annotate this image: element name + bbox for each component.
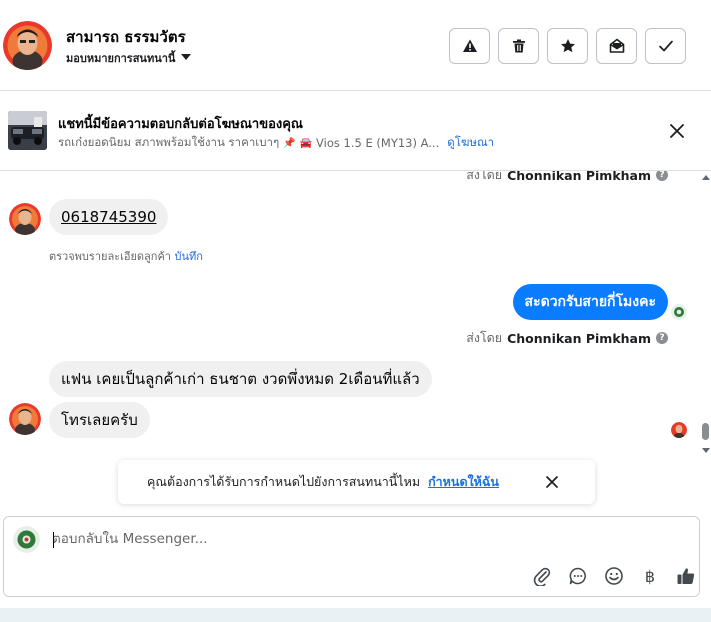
baht-icon: ฿ (644, 566, 656, 586)
star-button[interactable] (547, 28, 588, 64)
check-icon (658, 40, 673, 52)
customer-detail-text: ตรวจพบรายละเอียดลูกค้า (49, 250, 171, 263)
view-ad-link[interactable]: ดูโฆษณา (447, 134, 494, 152)
ad-description: รถเก๋งยอดนิยม สภาพพร้อมใช้งาน ราคาเบาๆ (58, 135, 280, 149)
emoji-icon (605, 567, 623, 585)
thumbs-up-icon (677, 568, 695, 584)
message-bubble-incoming[interactable]: แฟน เคยเป็นลูกค้าเก่า ธนชาต งวดพึ่งหมด 2… (49, 361, 432, 397)
caret-down-icon (181, 54, 192, 60)
page-avatar-seen (671, 304, 687, 320)
mark-spam-button[interactable] (449, 28, 490, 64)
payment-button[interactable]: ฿ (632, 564, 668, 588)
like-button[interactable] (668, 564, 704, 588)
paperclip-icon (533, 567, 551, 586)
scroll-down-icon[interactable] (702, 448, 710, 453)
close-icon[interactable] (668, 122, 686, 140)
message-thread: ส่งโดย Chonnikan Pimkham ? 0618745390 ตร… (0, 171, 700, 461)
ad-reply-banner: แชทนี้มีข้อความตอบกลับต่อโฆษณาของคุณ รถเ… (0, 91, 711, 171)
trash-icon (512, 39, 525, 53)
sent-by-line: ส่งโดย Chonnikan Pimkham ? (466, 328, 668, 348)
car-icon: 🚘 (299, 137, 313, 149)
phone-number-link[interactable]: 0618745390 (61, 208, 156, 226)
conversation-header: สามารถ ธรรมวัตร มอบหมายการสนทนานี้ (0, 0, 711, 91)
scroll-thumb[interactable] (702, 423, 709, 440)
save-detail-link[interactable]: บันทึก (174, 250, 202, 263)
message-bubble-outgoing[interactable]: สะดวกรับสายกี่โมงคะ (512, 284, 668, 320)
header-actions (449, 28, 686, 64)
text-cursor (53, 532, 54, 548)
help-icon[interactable]: ? (656, 332, 668, 344)
saved-reply-icon (569, 567, 586, 585)
sent-by-prefix: ส่งโดย (466, 171, 503, 182)
message-input[interactable] (52, 528, 652, 550)
contact-avatar[interactable] (3, 21, 52, 70)
ad-model-text: Vios 1.5 E (MY13) A... (316, 136, 440, 150)
message-bubble-phone[interactable]: 0618745390 (49, 199, 169, 235)
thread-scrollbar[interactable] (700, 171, 711, 461)
footer-strip (0, 608, 711, 622)
mark-done-button[interactable] (645, 28, 686, 64)
customer-detail-note: ตรวจพบรายละเอียดลูกค้า บันทึก (49, 247, 203, 265)
attach-button[interactable] (524, 564, 560, 588)
contact-avatar-small (9, 203, 41, 235)
mark-unread-button[interactable] (596, 28, 637, 64)
contact-name[interactable]: สามารถ ธรรมวัตร (66, 25, 186, 49)
toast-message: คุณต้องการได้รับการกำหนดไปยังการสนทนานี้… (147, 474, 421, 489)
assign-to-me-link[interactable]: กำหนดให้ฉัน (428, 472, 499, 492)
assign-label: มอบหมายการสนทนานี้ (66, 52, 176, 65)
assign-dropdown[interactable]: มอบหมายการสนทนานี้ (66, 49, 192, 67)
sent-by-agent: Chonnikan Pimkham (507, 171, 651, 183)
close-icon[interactable] (544, 474, 560, 490)
sent-by-prefix: ส่งโดย (466, 330, 503, 345)
contact-avatar-seen (671, 422, 687, 438)
delete-button[interactable] (498, 28, 539, 64)
envelope-open-icon (609, 38, 624, 53)
page-avatar (13, 526, 40, 553)
emoji-button[interactable] (596, 564, 632, 588)
ad-banner-subtitle: รถเก๋งยอดนิยม สภาพพร้อมใช้งาน ราคาเบาๆ 📌… (58, 134, 494, 152)
composer-tools: ฿ (524, 564, 704, 588)
star-icon (560, 39, 575, 53)
reply-composer: ฿ (3, 516, 700, 597)
warning-icon (462, 39, 477, 52)
ad-banner-title: แชทนี้มีข้อความตอบกลับต่อโฆษณาของคุณ (58, 117, 303, 132)
sent-by-agent: Chonnikan Pimkham (507, 330, 651, 346)
saved-reply-button[interactable] (560, 564, 596, 588)
sent-by-line-top: ส่งโดย Chonnikan Pimkham ? (466, 171, 668, 185)
assign-toast: คุณต้องการได้รับการกำหนดไปยังการสนทนานี้… (118, 460, 595, 504)
message-bubble-incoming[interactable]: โทรเลยครับ (49, 402, 150, 438)
scroll-up-icon[interactable] (702, 175, 710, 180)
contact-avatar-small (9, 403, 41, 435)
help-icon[interactable]: ? (656, 171, 668, 181)
pushpin-icon: 📌 (283, 137, 296, 149)
ad-thumbnail[interactable] (8, 111, 47, 150)
